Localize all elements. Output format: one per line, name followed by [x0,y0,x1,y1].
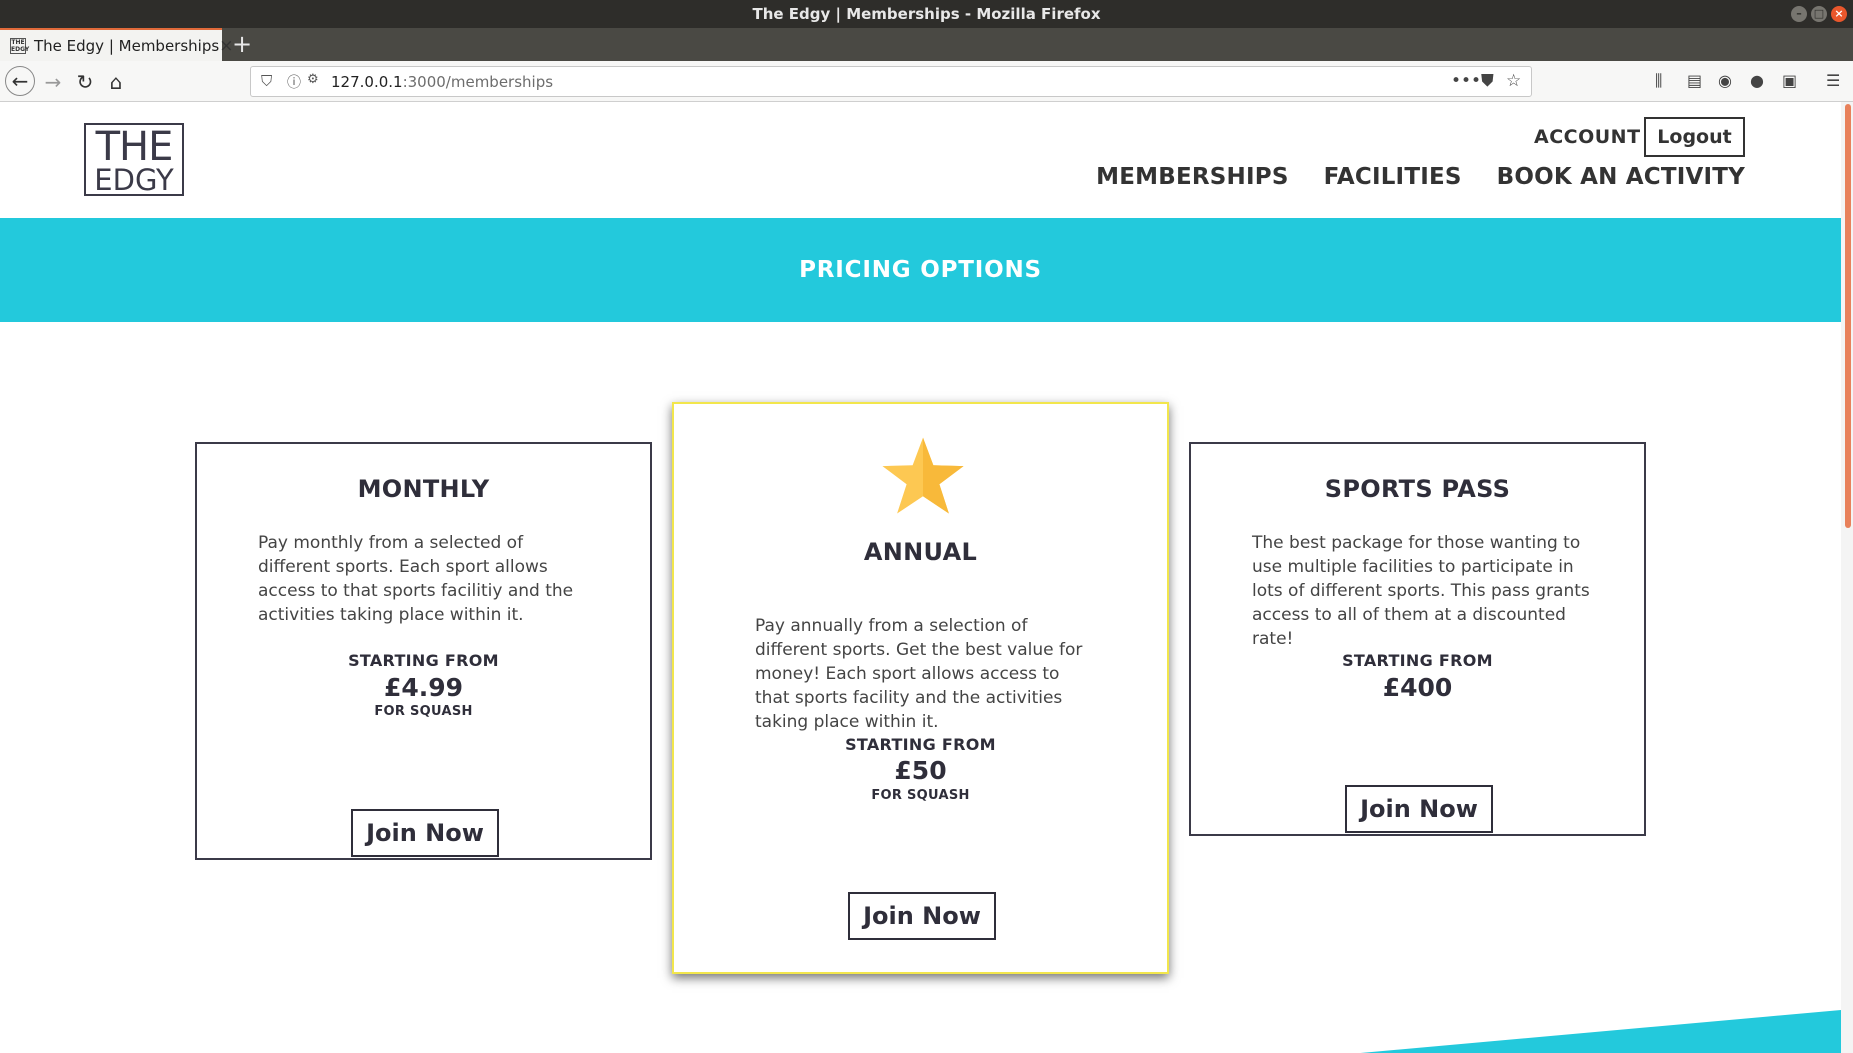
card-title: ANNUAL [863,538,978,566]
nav-facilities[interactable]: FACILITIES [1324,164,1462,190]
url-host: 127.0.0.1 [331,73,403,91]
new-tab-icon[interactable]: + [232,31,252,57]
pocket-icon[interactable]: ⛊ [1481,71,1494,91]
reload-icon[interactable]: ↻ [72,69,98,95]
starting-from-label: STARTING FROM [1342,651,1493,670]
back-icon[interactable]: ← [5,66,35,96]
site-logo[interactable]: THE EDGY [84,123,184,196]
logout-button[interactable]: Logout [1644,117,1745,157]
tab-title: The Edgy | Memberships [34,36,220,55]
browser-tab[interactable]: THE EDGY The Edgy | Memberships × [0,28,233,61]
starting-from-label: STARTING FROM [845,735,996,754]
card-title: MONTHLY [357,475,490,503]
forward-icon[interactable]: → [40,69,66,95]
account-link[interactable]: ACCOUNT [1534,126,1641,148]
logo-line-1: THE [95,124,174,170]
browser-toolbar: ← → ↻ ⌂ ⛉ ⓘ ⚙ 127.0.0.1:3000/memberships… [0,61,1853,102]
maximize-icon[interactable]: □ [1811,6,1827,22]
card-description: The best package for those wanting to us… [1252,533,1590,649]
extension-icon[interactable]: ● [1750,71,1764,90]
url-path: :3000/memberships [402,73,554,91]
card-title: SPORTS PASS [1324,475,1511,503]
pricing-banner: PRICING OPTIONS [0,218,1841,322]
main-nav: MEMBERSHIPS FACILITIES BOOK AN ACTIVITY [1096,164,1745,190]
site-header: THE EDGY ACCOUNT Logout MEMBERSHIPS FACI… [0,102,1841,218]
card-description: Pay annually from a selection of differe… [755,616,1083,732]
tracking-shield-icon[interactable]: ⛉ [261,72,272,90]
tab-strip: THE EDGY The Edgy | Memberships × + [0,28,1853,61]
nav-memberships[interactable]: MEMBERSHIPS [1096,164,1288,190]
page-actions-icon[interactable]: ••• [1451,71,1481,91]
join-now-button[interactable]: Join Now [351,809,499,857]
join-now-button[interactable]: Join Now [1345,785,1493,833]
site-info-icon[interactable]: ⓘ [287,72,301,92]
close-window-icon[interactable]: × [1831,6,1847,22]
nav-book-activity[interactable]: BOOK AN ACTIVITY [1497,164,1745,190]
account-icon[interactable]: ◉ [1718,71,1732,90]
join-now-button[interactable]: Join Now [848,892,996,940]
card-note: FOR SQUASH [374,704,473,719]
scrollbar-track[interactable] [1841,102,1853,1053]
url-bar[interactable]: ⛉ ⓘ ⚙ 127.0.0.1:3000/memberships ••• ⛊ ☆ [250,66,1532,97]
window-title: The Edgy | Memberships - Mozilla Firefox [752,5,1101,23]
card-price: £50 [894,756,947,785]
scrollbar-thumb[interactable] [1845,104,1851,528]
url-text[interactable]: 127.0.0.1:3000/memberships [331,73,553,91]
banner-title: PRICING OPTIONS [799,257,1042,283]
card-note: FOR SQUASH [871,788,970,803]
logo-line-2: EDGY [94,163,174,197]
decorative-corner-accent [1360,1010,1841,1053]
window-controls: – □ × [1791,6,1847,22]
library-icon[interactable]: ⫼ [1655,71,1662,91]
os-title-bar: The Edgy | Memberships - Mozilla Firefox… [0,0,1853,28]
sidebar-icon[interactable]: ▤ [1687,71,1702,90]
page-viewport: THE EDGY ACCOUNT Logout MEMBERSHIPS FACI… [0,102,1853,1053]
bookmark-star-icon[interactable]: ☆ [1506,71,1521,91]
pricing-card-annual: ANNUAL Pay annually from a selection of … [672,402,1169,974]
menu-icon[interactable]: ☰ [1826,71,1840,90]
card-price: £400 [1382,673,1453,702]
site-favicon-icon: THE EDGY [10,37,30,54]
starting-from-label: STARTING FROM [348,651,499,670]
home-icon[interactable]: ⌂ [103,69,129,95]
permissions-icon[interactable]: ⚙ [307,72,319,87]
card-price: £4.99 [383,673,464,702]
minimize-icon[interactable]: – [1791,6,1807,22]
pricing-card-sports-pass: SPORTS PASS The best package for those w… [1189,442,1646,836]
extension-2-icon[interactable]: ▣ [1782,71,1797,90]
pricing-card-monthly: MONTHLY Pay monthly from a selected of d… [195,442,652,860]
star-icon [882,437,964,514]
card-description: Pay monthly from a selected of different… [258,533,574,625]
